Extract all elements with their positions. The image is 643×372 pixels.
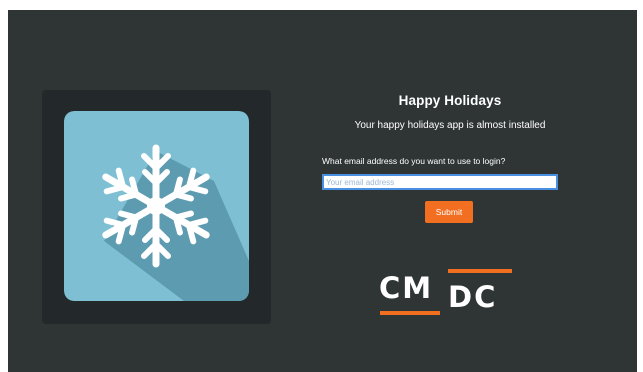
cmdc-logo: CM DC	[379, 268, 512, 315]
submit-button[interactable]: Submit	[425, 201, 473, 223]
app-screen: Happy Holidays Your happy holidays app i…	[8, 10, 637, 372]
logo-text-dc: DC	[448, 280, 498, 314]
logo-text-cm: CM	[379, 271, 434, 305]
email-label: What email address do you want to use to…	[322, 156, 506, 166]
logo-bar-top	[448, 269, 512, 273]
page-title: Happy Holidays	[398, 93, 502, 108]
app-icon-card	[42, 90, 271, 324]
page-subtitle: Your happy holidays app is almost instal…	[354, 120, 546, 131]
logo-bar-bottom	[380, 311, 440, 315]
snowflake-icon	[64, 111, 249, 301]
email-field[interactable]	[322, 174, 558, 190]
